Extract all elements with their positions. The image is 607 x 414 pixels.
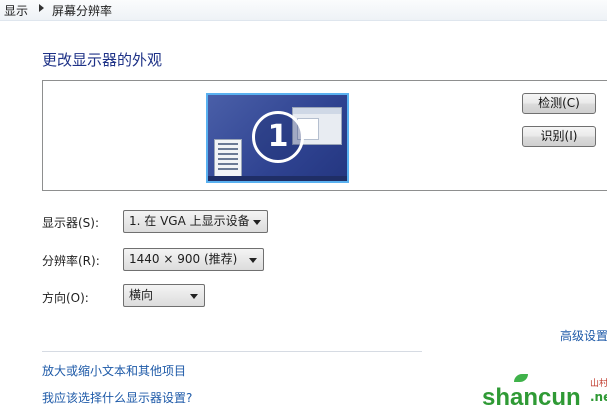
display-label: 显示器(S): <box>42 216 100 230</box>
detect-button[interactable]: 检测(C) <box>522 93 596 114</box>
page-title: 更改显示器的外观 <box>42 51 163 69</box>
monitor-thumbnail[interactable]: 1 <box>206 93 349 183</box>
text-size-link[interactable]: 放大或缩小文本和其他项目 <box>42 362 186 379</box>
display-dropdown[interactable]: 1. 在 VGA 上显示设备 <box>123 210 268 233</box>
breadcrumb: 显示 屏幕分辨率 <box>0 0 607 21</box>
chevron-down-icon <box>249 258 257 263</box>
resolution-dropdown[interactable]: 1440 × 900 (推荐) <box>123 248 264 271</box>
document-preview-icon <box>214 139 242 179</box>
identify-button[interactable]: 识别(I) <box>522 126 596 147</box>
resolution-label: 分辨率(R): <box>42 254 100 268</box>
resolution-dropdown-value: 1440 × 900 (推荐) <box>129 252 238 266</box>
orientation-label: 方向(O): <box>42 291 89 305</box>
orientation-dropdown-value: 横向 <box>129 288 154 302</box>
taskbar-preview <box>208 176 347 181</box>
watermark-text: shancun <box>482 384 581 411</box>
divider <box>42 351 422 352</box>
advanced-settings-link[interactable]: 高级设置 <box>560 327 607 344</box>
chevron-down-icon <box>190 294 198 299</box>
breadcrumb-item-resolution: 屏幕分辨率 <box>52 4 113 18</box>
orientation-dropdown[interactable]: 横向 <box>123 284 205 307</box>
display-dropdown-value: 1. 在 VGA 上显示设备 <box>129 214 250 228</box>
breadcrumb-item-display[interactable]: 显示 <box>4 2 28 19</box>
leaf-icon <box>514 374 528 382</box>
chevron-down-icon <box>253 220 261 225</box>
watermark-tld: .net <box>590 390 607 404</box>
site-watermark: shancun 山村网 .net <box>470 374 607 414</box>
display-help-link[interactable]: 我应该选择什么显示器设置? <box>42 389 192 406</box>
breadcrumb-arrow-icon <box>39 4 44 12</box>
watermark-subtext: 山村网 <box>590 379 607 389</box>
monitor-number-badge: 1 <box>252 111 304 163</box>
